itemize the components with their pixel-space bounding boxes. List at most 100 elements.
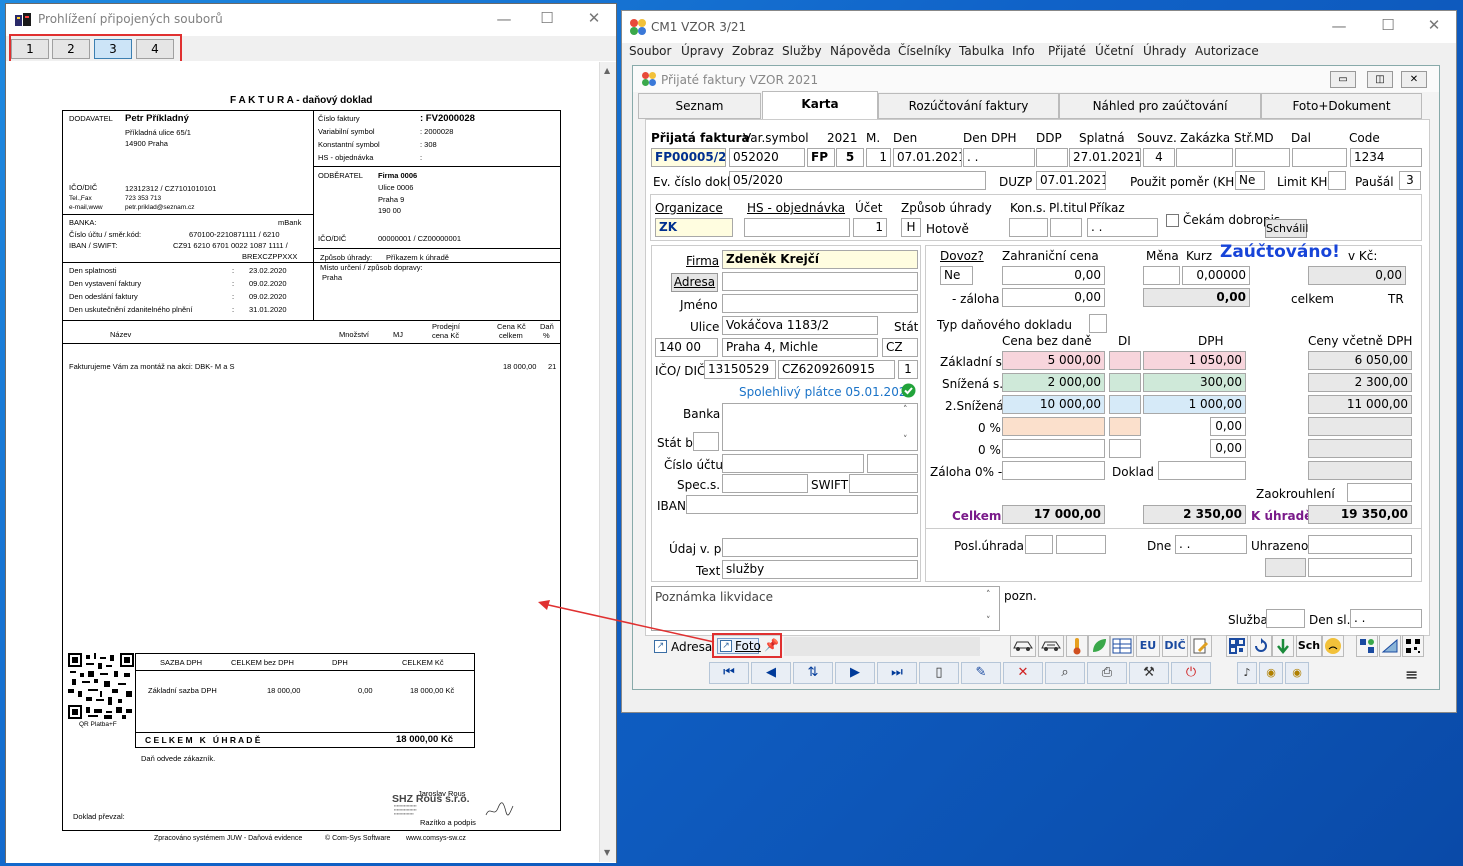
field-kurz[interactable]: 0,00000 <box>1182 266 1250 285</box>
menu-autorizace[interactable]: Autorizace <box>1195 44 1259 58</box>
field-di-zakladni[interactable] <box>1109 351 1141 370</box>
field-pl-titul[interactable] <box>1050 218 1082 237</box>
qr-black-icon[interactable] <box>1402 635 1424 657</box>
tab-seznam[interactable]: Seznam <box>638 93 761 119</box>
field-zakazka[interactable] <box>1176 148 1233 167</box>
power-icon[interactable]: ⏻ <box>1171 662 1211 684</box>
field-dal[interactable] <box>1292 148 1347 167</box>
field-celkem-kc[interactable]: 0,00 <box>1143 288 1250 307</box>
field-hs-objednavka[interactable] <box>744 218 850 237</box>
foto-link[interactable]: Foto <box>735 639 761 653</box>
field-psc[interactable]: 140 00 <box>655 338 718 357</box>
smiley-icon[interactable] <box>1322 635 1344 657</box>
field-organizace[interactable]: ZK <box>655 218 733 237</box>
menu-soubor[interactable]: Soubor <box>629 44 671 58</box>
field-uhrazeno-a[interactable] <box>1265 558 1306 577</box>
field-duzp[interactable]: 07.01.2021 <box>1036 171 1106 190</box>
menu-prijate[interactable]: Přijaté <box>1048 44 1086 58</box>
dic-button[interactable]: DIČ <box>1162 635 1188 657</box>
field-dph-zakladni[interactable]: 1 050,00 <box>1143 351 1246 370</box>
field-k-uhrade[interactable]: 19 350,00 <box>1308 505 1412 524</box>
qr-small-icon[interactable] <box>1226 635 1248 657</box>
field-dovoz[interactable]: Ne <box>940 266 973 285</box>
field-kon-s[interactable] <box>1009 218 1048 237</box>
menu-ucetni[interactable]: Účetní <box>1095 44 1133 58</box>
arrow-down-green-icon[interactable] <box>1272 635 1294 657</box>
field-code[interactable]: 1234 <box>1350 148 1422 167</box>
field-doklad[interactable] <box>1158 461 1246 480</box>
label-dovoz[interactable]: Dovoz? <box>940 249 984 263</box>
network-icon[interactable] <box>1356 635 1378 657</box>
field-pouzit-pomer[interactable]: Ne <box>1235 171 1265 190</box>
field-ev-cislo[interactable]: 05/2020 <box>729 171 986 190</box>
field-dic[interactable]: CZ6209260915 <box>778 360 895 379</box>
field-udaj-vp[interactable] <box>722 538 918 557</box>
field-uhrazeno-b[interactable] <box>1308 558 1412 577</box>
label-hs-objednavka[interactable]: HS - objednávka <box>747 201 845 215</box>
field-celkem-dph[interactable]: 2 350,00 <box>1143 505 1246 524</box>
field-dph-0b[interactable]: 0,00 <box>1210 439 1246 458</box>
field-kod-banky[interactable] <box>867 454 918 473</box>
form-restore-icon[interactable]: ◫ <box>1367 71 1393 88</box>
delete-record-icon[interactable]: ✕ <box>1003 662 1043 684</box>
triangle-ruler-icon[interactable] <box>1379 635 1401 657</box>
field-typ-dokladu[interactable] <box>1089 314 1107 333</box>
field-di-0a[interactable] <box>1109 417 1141 436</box>
field-dne[interactable]: . . <box>1175 535 1247 554</box>
field-cvd-0a[interactable] <box>1308 417 1412 436</box>
field-stat-b[interactable] <box>693 432 719 451</box>
menu-napoveda[interactable]: Nápověda <box>830 44 891 58</box>
field-souvz[interactable]: 4 <box>1143 148 1175 167</box>
edit-record-icon[interactable]: ✎ <box>961 662 1001 684</box>
print-icon[interactable]: ⎙ <box>1087 662 1127 684</box>
field-di-0b[interactable] <box>1109 439 1141 458</box>
menu-ciselniky[interactable]: Číselníky <box>898 44 951 58</box>
field-zaloha-0[interactable] <box>1002 461 1105 480</box>
hamburger-menu-icon[interactable]: ≡ <box>1405 665 1418 684</box>
field-dph-0a[interactable]: 0,00 <box>1210 417 1246 436</box>
field-zpusob-code[interactable]: H <box>901 218 921 237</box>
edit-doc-icon[interactable] <box>1190 635 1212 657</box>
field-zaokrouhleni[interactable] <box>1347 483 1412 502</box>
field-var-symbol[interactable]: 052020 <box>729 148 805 167</box>
field-dph-2snizena[interactable]: 1 000,00 <box>1143 395 1246 414</box>
field-posl-uhrada[interactable] <box>1025 535 1053 554</box>
field-cbd-zakladni[interactable]: 5 000,00 <box>1002 351 1105 370</box>
field-den-dph[interactable]: . . <box>963 148 1035 167</box>
field-cvd-0b[interactable] <box>1308 439 1412 458</box>
field-mesto[interactable]: Praha 4, Michle <box>722 338 878 357</box>
field-limit-kh[interactable] <box>1328 171 1346 190</box>
refresh-icon[interactable] <box>1250 635 1272 657</box>
form-close-icon[interactable]: ✕ <box>1401 71 1427 88</box>
field-zahranicni-cena[interactable]: 0,00 <box>1002 266 1105 285</box>
field-ddp[interactable] <box>1036 148 1068 167</box>
car2-icon[interactable] <box>1038 635 1064 657</box>
label-firma[interactable]: Firma <box>686 254 719 268</box>
field-den-sl[interactable]: . . <box>1350 609 1422 628</box>
field-celkem-cbd[interactable]: 17 000,00 <box>1002 505 1105 524</box>
field-cbd-2snizena[interactable]: 10 000,00 <box>1002 395 1105 414</box>
menu-upravy[interactable]: Úpravy <box>681 44 724 58</box>
minimize-icon[interactable]: — <box>1319 17 1359 35</box>
field-cbd-0b[interactable] <box>1002 439 1105 458</box>
field-fp-num[interactable]: 5 <box>836 148 864 167</box>
eu-button[interactable]: EU <box>1136 635 1160 657</box>
field-splatna[interactable]: 27.01.2021 <box>1069 148 1141 167</box>
car-icon[interactable] <box>1010 635 1036 657</box>
field-jmeno[interactable] <box>722 294 918 313</box>
label-organizace[interactable]: Organizace <box>655 201 723 215</box>
field-ico-flag[interactable]: 1 <box>898 360 918 379</box>
binoculars-icon[interactable]: ⌕ <box>1045 662 1085 684</box>
tab-rozuctovani[interactable]: Rozúčtování faktury <box>878 93 1059 119</box>
field-swift[interactable] <box>849 474 918 493</box>
tab-nahled[interactable]: Náhled pro zaúčtování <box>1059 93 1261 119</box>
field-ico[interactable]: 13150529 <box>704 360 776 379</box>
scroll-down-icon[interactable]: ˅ <box>986 616 991 626</box>
field-m[interactable]: 1 <box>866 148 891 167</box>
field-cbd-0a[interactable] <box>1002 417 1105 436</box>
maximize-icon[interactable]: ☐ <box>1368 16 1408 34</box>
field-den[interactable]: 07.01.2021 <box>893 148 962 167</box>
field-fp[interactable]: FP <box>807 148 835 167</box>
field-zaloha[interactable]: 0,00 <box>1002 288 1105 307</box>
field-cislo-uctu[interactable] <box>722 454 864 473</box>
